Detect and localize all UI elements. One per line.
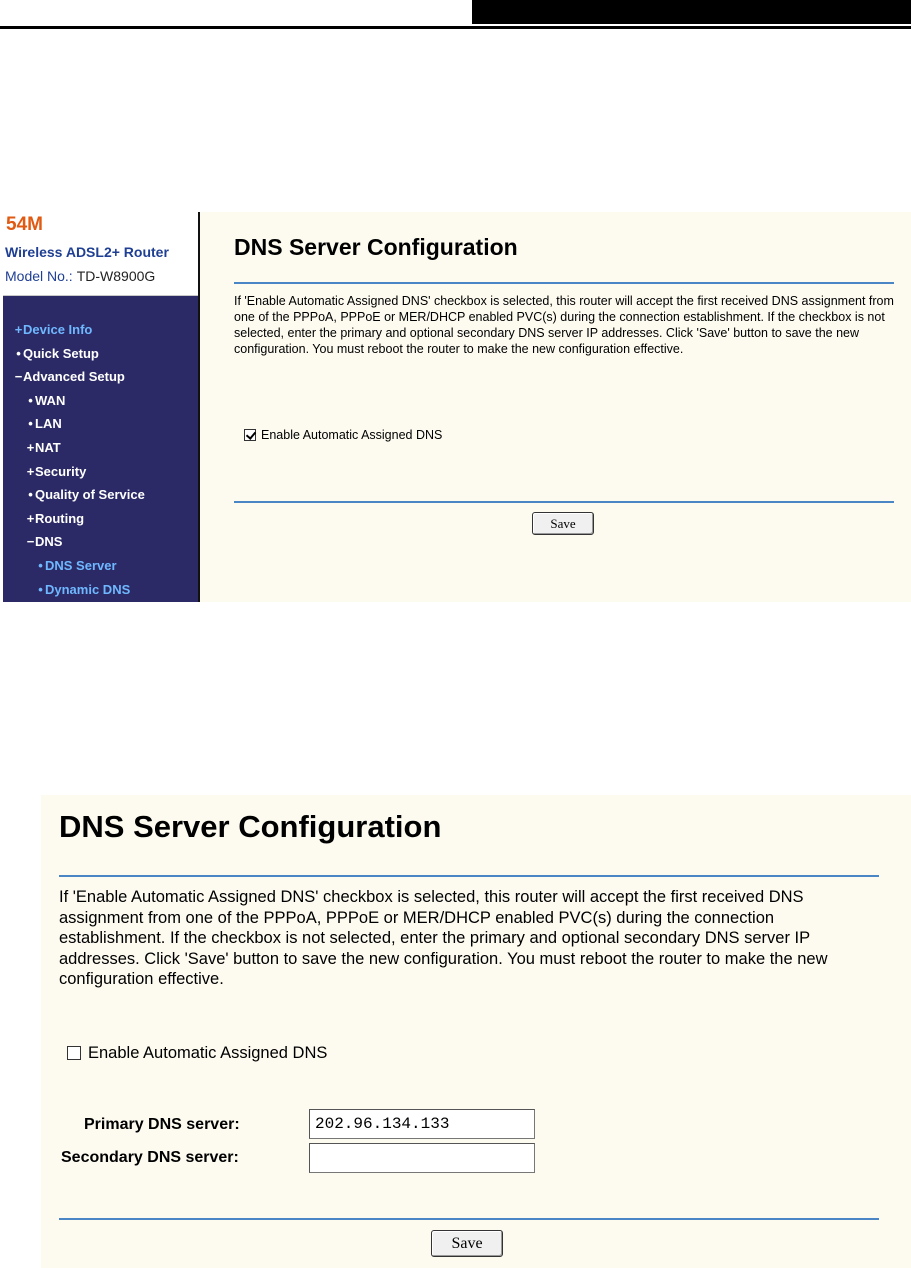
bullet-icon: • [28,392,33,408]
auto-dns-checkbox[interactable] [244,429,256,441]
title-rule [59,875,879,877]
expand-icon: + [14,322,23,337]
model-label: Model No.: [5,268,73,284]
nav-item-nat[interactable]: +NAT [3,436,198,460]
nav-item-security[interactable]: +Security [3,460,198,484]
save-button[interactable]: Save [532,512,594,535]
page-title: DNS Server Configuration [234,234,518,260]
bullet-icon: • [38,581,43,597]
brand-model: Model No.: TD-W8900G [5,268,155,284]
nav-item-device-info[interactable]: +Device Info [3,318,198,342]
footer-rule [59,1218,879,1220]
save-button[interactable]: Save [431,1230,503,1257]
collapse-icon: − [14,369,23,385]
router-screenshot-checked: 54M Wireless ADSL2+ Router Model No.: TD-… [3,212,911,602]
bullet-icon: • [38,557,43,573]
auto-dns-checkbox-label: Enable Automatic Assigned DNS [261,428,443,442]
auto-dns-checkbox-row[interactable]: Enable Automatic Assigned DNS [67,1044,327,1063]
collapse-icon: − [26,534,35,550]
auto-dns-checkbox-row[interactable]: Enable Automatic Assigned DNS [244,428,442,442]
primary-dns-label: Primary DNS server: [84,1116,240,1133]
auto-dns-checkbox-label: Enable Automatic Assigned DNS [88,1044,328,1062]
auto-dns-checkbox[interactable] [67,1046,81,1060]
brand-panel: 54M Wireless ADSL2+ Router Model No.: TD-… [3,212,198,296]
nav-item-advanced-setup[interactable]: −Advanced Setup [3,365,198,389]
footer-rule [234,501,894,503]
router-screenshot-manual: DNS Server Configuration If 'Enable Auto… [41,795,911,1268]
nav-item-dns-server[interactable]: • DNS Server [3,554,198,578]
bullet-icon: • [16,345,21,361]
brand-speed: 54M [6,214,43,235]
nav-item-wan[interactable]: • WAN [3,389,198,413]
expand-icon: + [26,463,35,479]
document-header [0,0,911,30]
page-title: DNS Server Configuration [59,809,442,844]
brand-product: Wireless ADSL2+ Router [5,244,169,260]
nav-item-quality-of-service[interactable]: • Quality of Service [3,483,198,507]
nav-item-routing[interactable]: +Routing [3,507,198,531]
nav-menu: +Device Info • Quick Setup −Advanced Setu… [3,296,198,602]
title-rule [234,282,894,284]
expand-icon: + [26,510,35,526]
sidebar: 54M Wireless ADSL2+ Router Model No.: TD-… [3,212,198,602]
bullet-icon: • [28,416,33,432]
nav-item-lan[interactable]: • LAN [3,412,198,436]
bullet-icon: • [28,487,33,503]
description-text: If 'Enable Automatic Assigned DNS' check… [234,294,894,356]
header-rule [0,26,911,29]
primary-dns-input[interactable] [309,1109,535,1139]
secondary-dns-label: Secondary DNS server: [61,1149,239,1166]
nav-item-dynamic-dns[interactable]: • Dynamic DNS [3,578,198,602]
secondary-dns-input[interactable] [309,1143,535,1173]
nav-item-dns[interactable]: −DNS [3,530,198,554]
main-panel: DNS Server Configuration If 'Enable Auto… [200,212,911,602]
expand-icon: + [26,439,35,455]
model-value: TD-W8900G [76,268,156,284]
header-black-bar [472,0,911,24]
description-text: If 'Enable Automatic Assigned DNS' check… [59,888,828,989]
nav-item-quick-setup[interactable]: • Quick Setup [3,342,198,366]
